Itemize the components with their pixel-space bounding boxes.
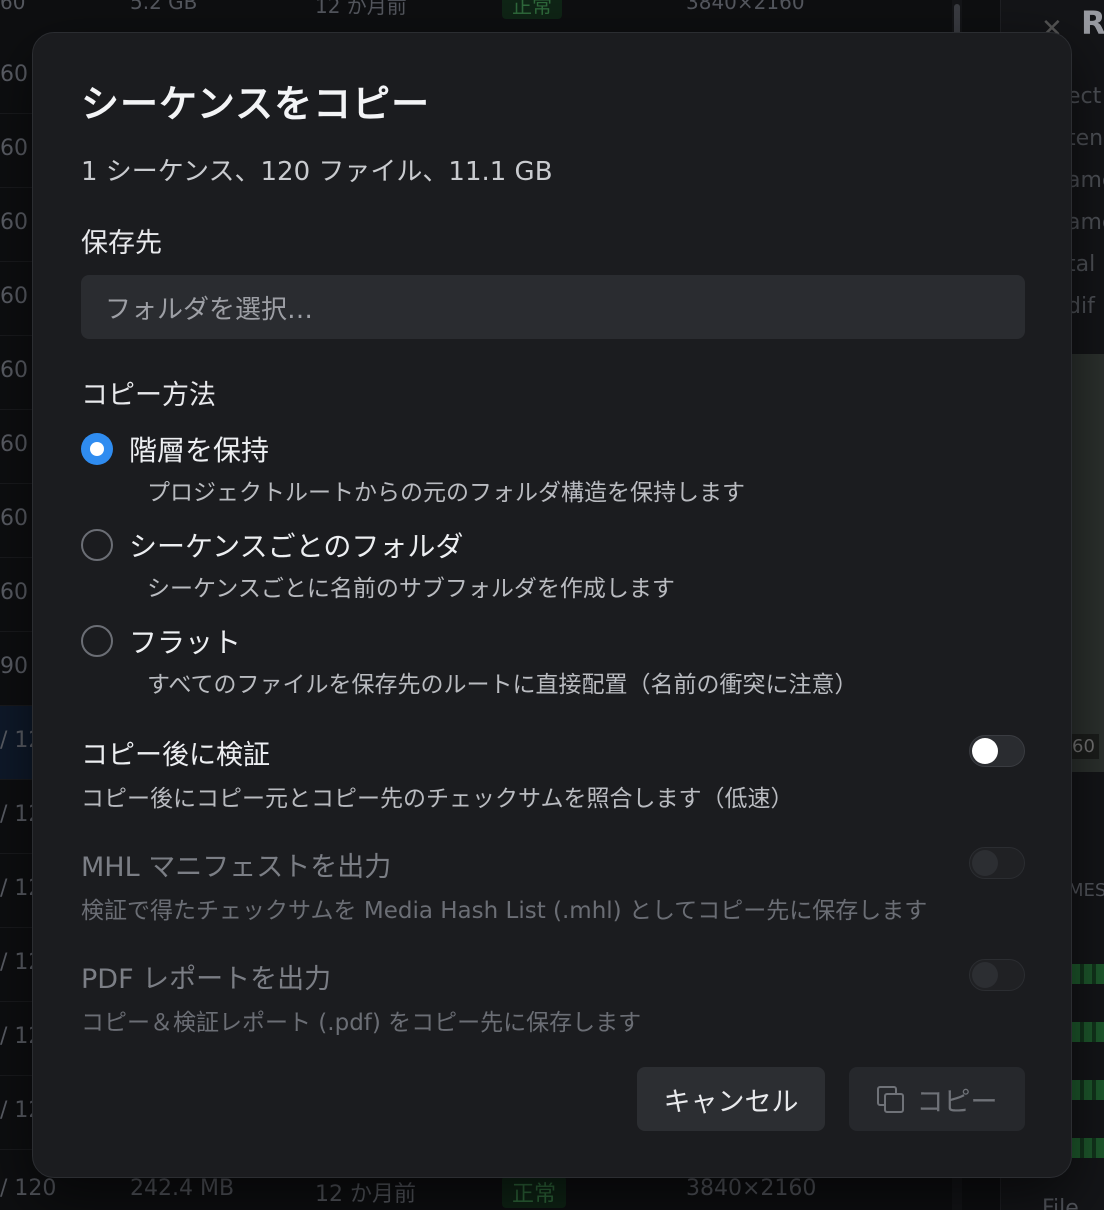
panel-list: ect ten ame ame tal dif bbox=[1067, 76, 1104, 328]
radio-label: 階層を保持 bbox=[129, 434, 270, 467]
table-cell: 60 bbox=[0, 432, 28, 457]
table-cell: 60 bbox=[0, 62, 28, 87]
panel-title: R bbox=[1081, 4, 1104, 42]
verify-title: コピー後に検証 bbox=[81, 740, 270, 771]
copy-button[interactable]: コピー bbox=[849, 1067, 1025, 1131]
radio-description: プロジェクトルートからの元のフォルダ構造を保持します bbox=[147, 480, 745, 506]
status-badge: 正常 bbox=[502, 0, 562, 19]
verify-toggle[interactable] bbox=[969, 735, 1025, 767]
table-cell: 60 bbox=[0, 284, 28, 309]
copy-method-label: コピー方法 bbox=[81, 380, 216, 411]
radio-button-checked[interactable] bbox=[81, 433, 113, 465]
panel-list-item: ame bbox=[1067, 210, 1104, 235]
bg-preview-image: 60 bbox=[1068, 354, 1104, 772]
radio-label: フラット bbox=[129, 626, 242, 659]
mhl-title: MHL マニフェストを出力 bbox=[81, 852, 392, 883]
bg-bars bbox=[1072, 964, 1104, 1196]
radio-description: シーケンスごとに名前のサブフォルダを作成します bbox=[147, 576, 675, 602]
panel-list-item: tal bbox=[1067, 252, 1096, 277]
bg-top-row: 60 5.2 GB 12 か月前 正常 3840×2160 bbox=[0, 0, 960, 20]
toggle-knob bbox=[972, 850, 998, 876]
dialog-summary: 1 シーケンス、120 ファイル、11.1 GB bbox=[81, 157, 553, 187]
dialog-title: シーケンスをコピー bbox=[81, 82, 431, 126]
radio-preserve-hierarchy[interactable]: 階層を保持 bbox=[81, 429, 269, 469]
status-badge: 正常 bbox=[502, 1176, 567, 1208]
copy-icon bbox=[876, 1086, 904, 1113]
cancel-button[interactable]: キャンセル bbox=[637, 1067, 825, 1131]
bg-file-label: File bbox=[1042, 1196, 1079, 1210]
radio-folder-per-sequence[interactable]: シーケンスごとのフォルダ bbox=[81, 525, 463, 565]
preview-tag: 60 bbox=[1068, 734, 1099, 759]
mhl-toggle[interactable] bbox=[969, 847, 1025, 879]
folder-select-placeholder: フォルダを選択… bbox=[105, 294, 314, 325]
panel-list-item: dif bbox=[1067, 294, 1095, 319]
bg-bottom-row: / 120 242.4 MB 12 か月前 正常 3840×2160 bbox=[0, 1176, 817, 1208]
panel-list-item: ame bbox=[1067, 168, 1104, 193]
mhl-description: 検証で得たチェックサムを Media Hash List (.mhl) としてコ… bbox=[81, 898, 928, 924]
toggle-knob bbox=[972, 962, 998, 988]
table-cell: 60 bbox=[0, 136, 28, 161]
verify-description: コピー後にコピー元とコピー先のチェックサムを照合します（低速） bbox=[81, 786, 794, 812]
table-cell: 60 bbox=[0, 210, 28, 235]
radio-button[interactable] bbox=[81, 529, 113, 561]
copy-sequence-dialog: シーケンスをコピー 1 シーケンス、120 ファイル、11.1 GB 保存先 フ… bbox=[32, 32, 1072, 1178]
radio-flat[interactable]: フラット bbox=[81, 621, 241, 661]
table-cell: 60 bbox=[0, 358, 28, 383]
table-cell: 60 bbox=[0, 580, 28, 605]
cancel-button-label: キャンセル bbox=[663, 1086, 799, 1118]
pdf-title: PDF レポートを出力 bbox=[81, 964, 332, 995]
radio-description: すべてのファイルを保存先のルートに直接配置（名前の衝突に注意） bbox=[147, 672, 858, 698]
panel-list-item: ect bbox=[1067, 84, 1102, 109]
radio-button[interactable] bbox=[81, 625, 113, 657]
radio-label: シーケンスごとのフォルダ bbox=[129, 530, 464, 563]
panel-list-item: ten bbox=[1067, 126, 1104, 151]
table-cell: 60 bbox=[0, 506, 28, 531]
table-cell: 90 bbox=[0, 654, 28, 679]
pdf-description: コピー＆検証レポート (.pdf) をコピー先に保存します bbox=[81, 1010, 642, 1036]
pdf-toggle[interactable] bbox=[969, 959, 1025, 991]
toggle-knob bbox=[972, 738, 998, 764]
folder-select-field[interactable]: フォルダを選択… bbox=[81, 275, 1025, 339]
destination-label: 保存先 bbox=[81, 228, 162, 259]
copy-button-label: コピー bbox=[916, 1086, 998, 1118]
bg-section-label: MES bbox=[1068, 880, 1104, 901]
